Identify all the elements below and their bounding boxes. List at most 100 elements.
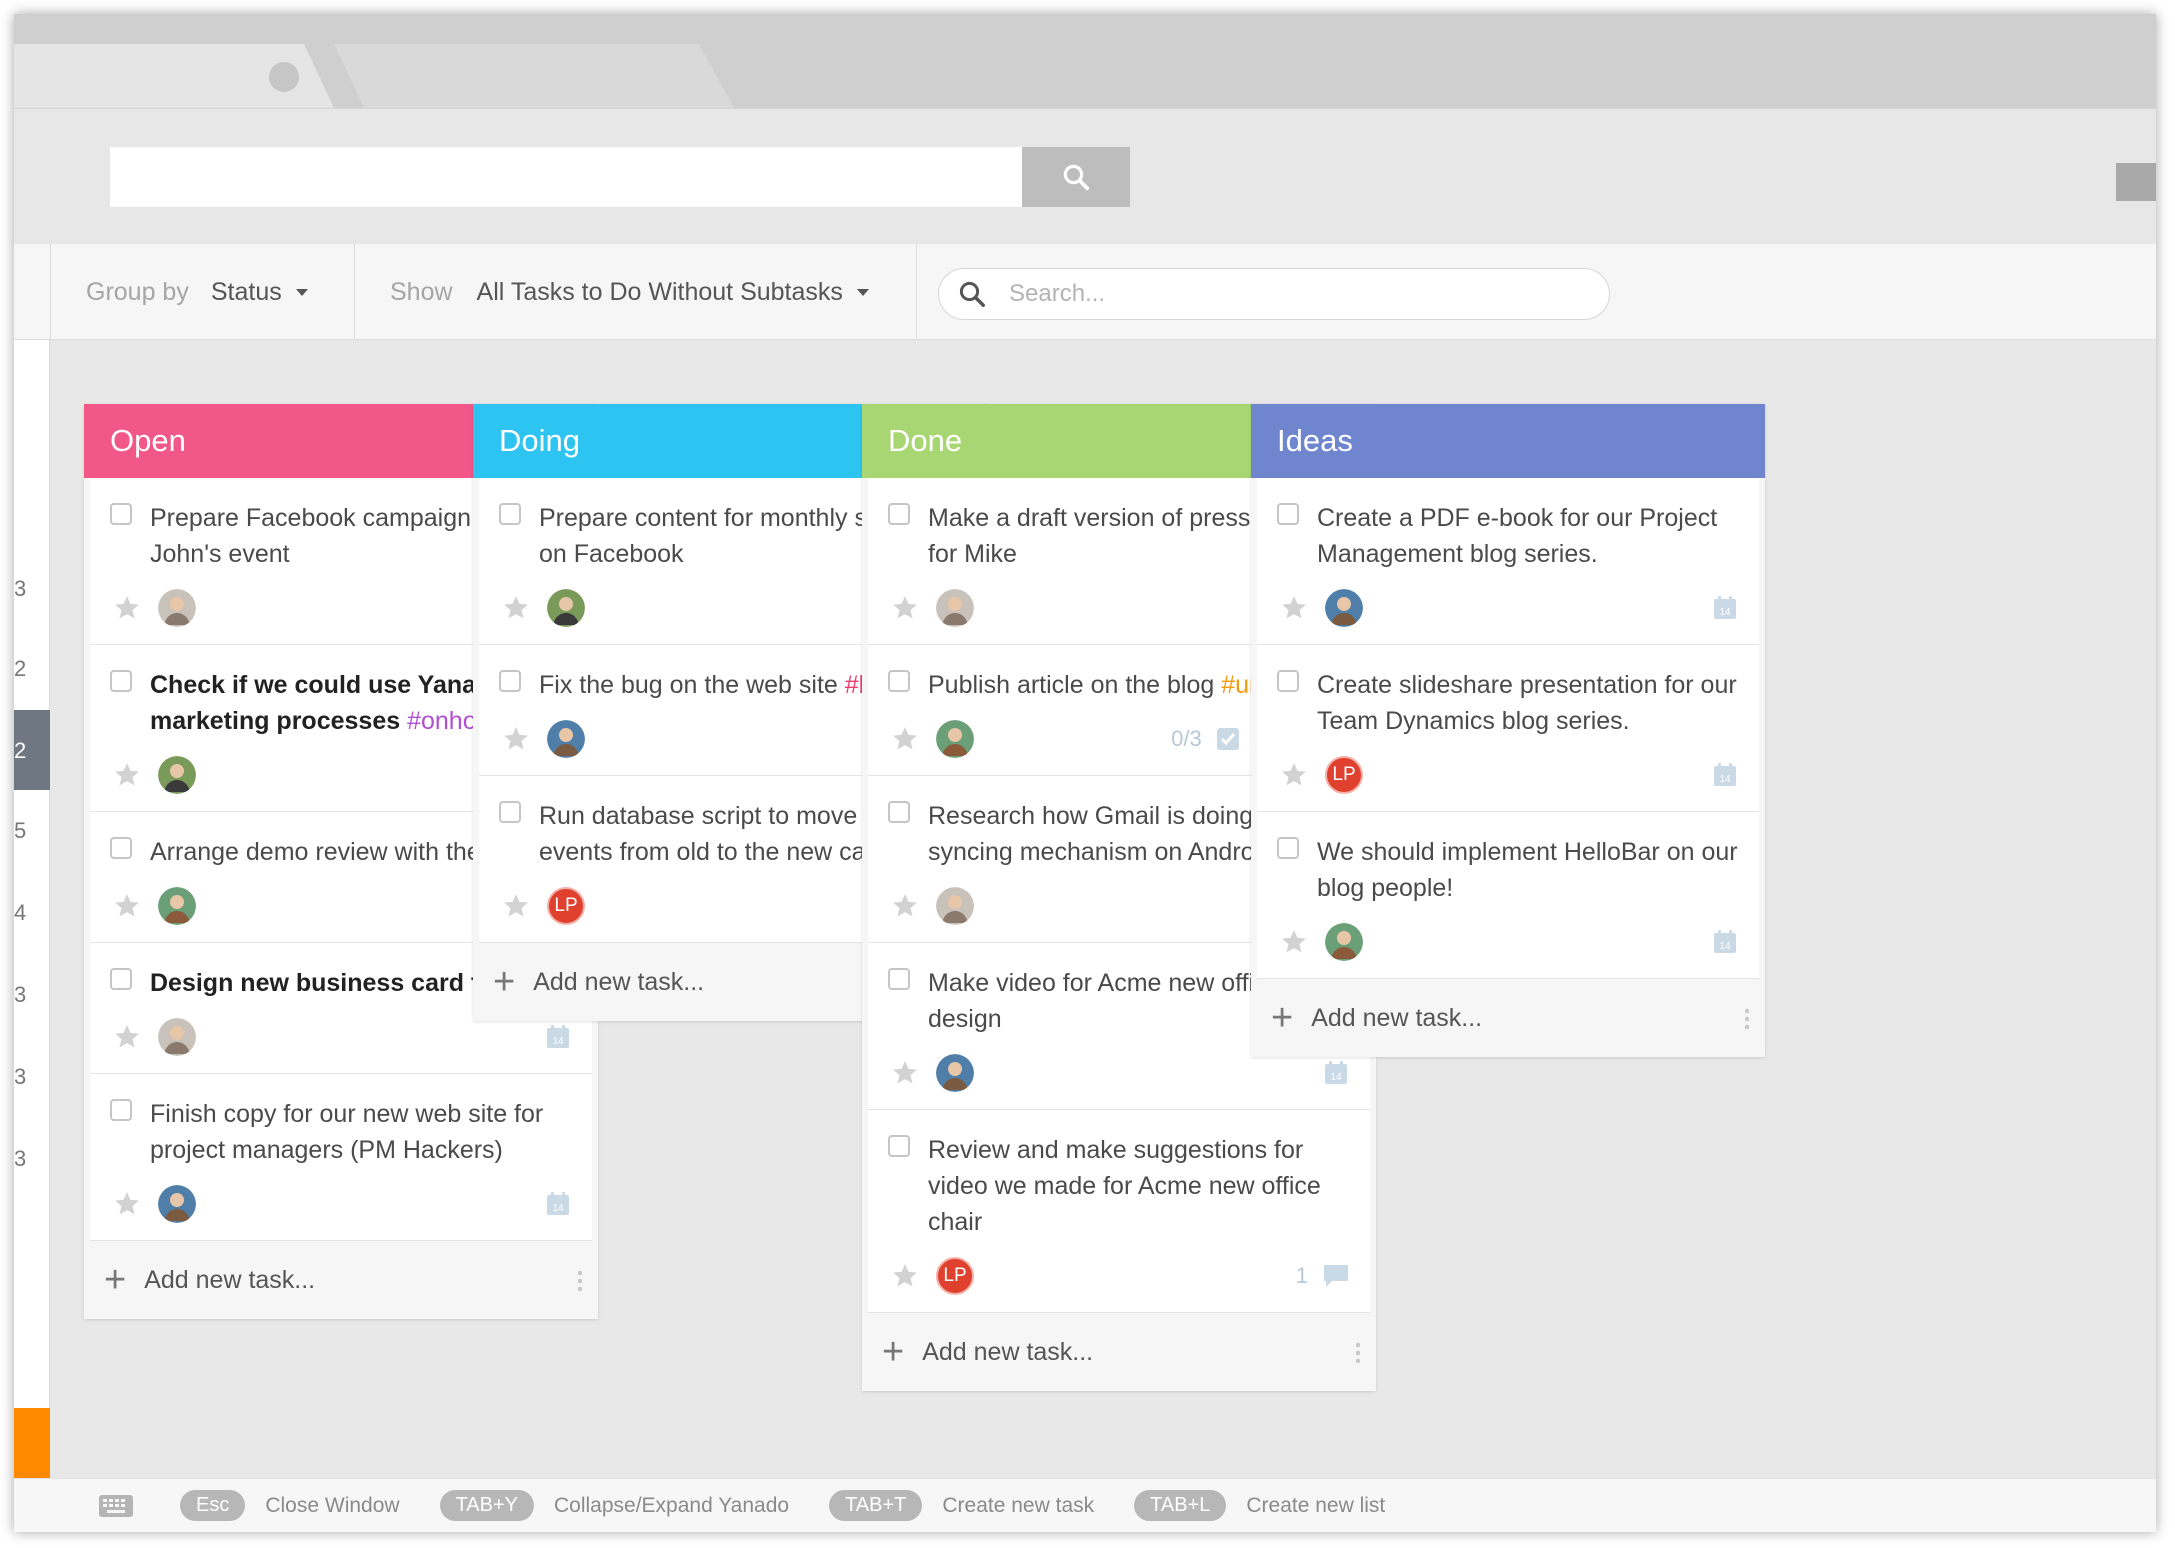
search-input[interactable] [1009, 280, 1569, 308]
avatar[interactable] [1325, 923, 1363, 961]
task-checkbox[interactable] [110, 670, 132, 692]
task-checkbox[interactable] [888, 670, 910, 692]
kebab-icon[interactable] [1356, 1341, 1360, 1363]
task-checkbox[interactable] [110, 1099, 132, 1121]
star-icon[interactable] [890, 724, 920, 754]
calendar-icon[interactable]: 14 [1711, 761, 1739, 789]
task-checkbox[interactable] [499, 801, 521, 823]
task-card[interactable]: Create slideshare presentation for our T… [1257, 645, 1759, 812]
address-bar[interactable] [110, 147, 1022, 207]
add-task-label: Add new task... [144, 1265, 316, 1294]
calendar-day: 14 [552, 1203, 564, 1214]
star-icon[interactable] [890, 1058, 920, 1088]
task-checkbox[interactable] [888, 968, 910, 990]
calendar-day: 14 [1719, 607, 1731, 618]
avatar[interactable] [547, 720, 585, 758]
user-photo-icon [158, 887, 196, 925]
group-by-dropdown[interactable]: Group by Status [86, 244, 308, 340]
kanban-board: Open5Prepare Facebook campaign for John'… [50, 340, 2156, 1478]
avatar[interactable] [158, 589, 196, 627]
task-checkbox[interactable] [499, 670, 521, 692]
sidebar-count[interactable]: 3 [14, 982, 26, 1008]
task-checkbox[interactable] [499, 503, 521, 525]
checklist-icon[interactable] [1216, 727, 1240, 751]
avatar[interactable] [158, 887, 196, 925]
add-task-button[interactable]: + Add new task... [1251, 979, 1765, 1057]
add-task-button[interactable]: + Add new task... [84, 1241, 598, 1319]
sidebar-count[interactable]: 3 [14, 576, 26, 602]
star-icon[interactable] [890, 593, 920, 623]
task-checkbox[interactable] [1277, 670, 1299, 692]
star-icon[interactable] [112, 891, 142, 921]
avatar[interactable] [158, 1018, 196, 1056]
task-meta-right: 1 [1296, 1263, 1350, 1289]
calendar-icon[interactable]: 14 [544, 1023, 572, 1051]
calendar-icon[interactable]: 14 [1711, 594, 1739, 622]
task-checkbox[interactable] [1277, 837, 1299, 859]
browser-tab-inactive[interactable] [334, 44, 734, 108]
avatar[interactable]: LP [1325, 756, 1363, 794]
star-icon[interactable] [501, 891, 531, 921]
task-checkbox[interactable] [888, 801, 910, 823]
user-photo-icon [1325, 589, 1363, 627]
task-checkbox[interactable] [110, 503, 132, 525]
task-checkbox[interactable] [1277, 503, 1299, 525]
task-card[interactable]: Finish copy for our new web site for pro… [90, 1074, 592, 1241]
star-icon[interactable] [1279, 927, 1309, 957]
avatar[interactable] [158, 756, 196, 794]
star-icon[interactable] [890, 1261, 920, 1291]
add-task-button[interactable]: + Add new task... [862, 1313, 1376, 1391]
extension-button[interactable] [2116, 163, 2156, 201]
kebab-icon[interactable] [1745, 1007, 1749, 1029]
task-meta: 14 [1277, 920, 1739, 964]
plus-icon: + [104, 1259, 127, 1301]
sidebar-count[interactable]: 2 [14, 656, 26, 682]
kebab-icon[interactable] [578, 1269, 582, 1291]
task-checkbox[interactable] [888, 503, 910, 525]
task-title-text: Fix the bug on the web site [539, 671, 838, 699]
task-title-text: We should implement HelloBar on our blog… [1317, 838, 1738, 902]
calendar-icon[interactable]: 14 [544, 1190, 572, 1218]
star-icon[interactable] [112, 1022, 142, 1052]
avatar[interactable]: LP [547, 887, 585, 925]
calendar-day: 14 [1719, 774, 1731, 785]
column-header[interactable]: Ideas [1251, 404, 1765, 478]
star-icon[interactable] [1279, 760, 1309, 790]
comment-icon[interactable] [1322, 1263, 1350, 1289]
avatar[interactable] [936, 589, 974, 627]
task-search-box[interactable] [938, 268, 1610, 320]
star-icon[interactable] [501, 724, 531, 754]
sidebar-count: 2 [14, 738, 27, 763]
task-checkbox[interactable] [888, 1135, 910, 1157]
sidebar-count[interactable]: 4 [14, 900, 26, 926]
avatar[interactable] [1325, 589, 1363, 627]
divider [50, 244, 51, 340]
task-card[interactable]: Create a PDF e-book for our Project Mana… [1257, 478, 1759, 645]
star-icon[interactable] [501, 593, 531, 623]
shortcut-label: Create new list [1246, 1493, 1386, 1517]
calendar-icon[interactable]: 14 [1711, 928, 1739, 956]
task-card[interactable]: We should implement HelloBar on our blog… [1257, 812, 1759, 979]
star-icon[interactable] [112, 593, 142, 623]
avatar[interactable] [936, 887, 974, 925]
task-checkbox[interactable] [110, 837, 132, 859]
sidebar-count[interactable]: 3 [14, 1146, 26, 1172]
address-search-button[interactable] [1022, 147, 1130, 207]
calendar-icon[interactable]: 14 [1322, 1059, 1350, 1087]
star-icon[interactable] [890, 891, 920, 921]
task-checkbox[interactable] [110, 968, 132, 990]
avatar[interactable] [547, 589, 585, 627]
task-card[interactable]: Review and make suggestions for video we… [868, 1110, 1370, 1313]
show-filter-dropdown[interactable]: Show All Tasks to Do Without Subtasks [390, 244, 869, 340]
avatar[interactable] [936, 720, 974, 758]
avatar[interactable] [158, 1185, 196, 1223]
avatar[interactable] [936, 1054, 974, 1092]
sidebar-count[interactable]: 5 [14, 818, 26, 844]
search-icon [959, 281, 985, 307]
star-icon[interactable] [1279, 593, 1309, 623]
star-icon[interactable] [112, 1189, 142, 1219]
avatar[interactable]: LP [936, 1257, 974, 1295]
sidebar-item-selected[interactable]: 2 [14, 710, 50, 790]
sidebar-count[interactable]: 3 [14, 1064, 26, 1090]
star-icon[interactable] [112, 760, 142, 790]
